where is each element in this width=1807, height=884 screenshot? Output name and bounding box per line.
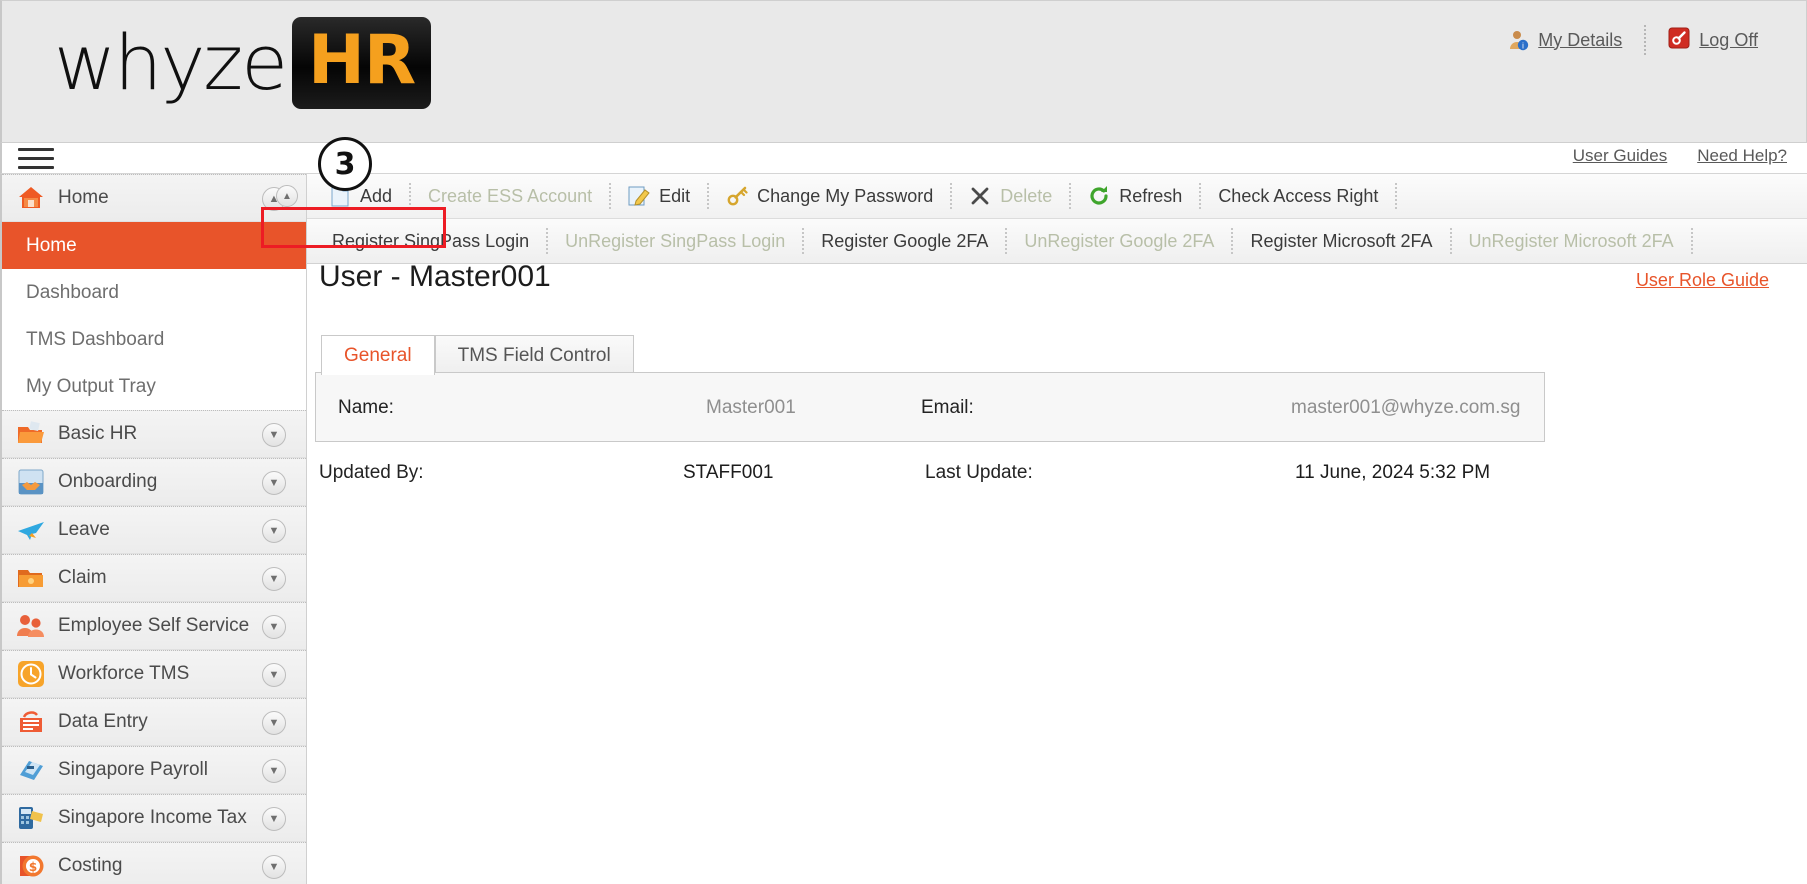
handshake-icon [16, 467, 46, 497]
collapse-toolbar-icon[interactable]: ▲ [276, 185, 298, 207]
folder-hr-icon [16, 419, 46, 449]
chevron-down-icon[interactable]: ▼ [262, 663, 286, 687]
svg-text:i: i [1522, 42, 1524, 51]
email-value: master001@whyze.com.sg [1291, 397, 1520, 419]
name-label: Name: [338, 397, 394, 419]
user-details-icon: i [1507, 29, 1529, 51]
key-icon [1668, 27, 1690, 54]
chevron-down-icon[interactable]: ▼ [262, 759, 286, 783]
logo-wordmark: whyze [54, 19, 286, 107]
sidebar-item-label: Data Entry [58, 711, 148, 733]
email-label: Email: [921, 397, 974, 419]
user-role-guide-link[interactable]: User Role Guide [1636, 270, 1769, 291]
sidebar-item-label: Claim [58, 567, 107, 589]
top-navbar: User Guides Need Help? [0, 143, 1807, 174]
sidebar-subitem-dashboard[interactable]: Dashboard [2, 269, 306, 316]
sidebar-item-employee-self-service[interactable]: Employee Self Service ▼ [2, 602, 306, 650]
sidebar-item-label: Onboarding [58, 471, 157, 493]
svg-text:$: $ [29, 860, 37, 874]
keyboard-icon [16, 707, 46, 737]
sidebar-item-data-entry[interactable]: Data Entry ▼ [2, 698, 306, 746]
navbar-links: User Guides Need Help? [1573, 146, 1787, 166]
sidebar-item-costing[interactable]: $ Costing ▼ [2, 842, 306, 884]
app-header: whyze HR i My Details [0, 0, 1807, 143]
chevron-down-icon[interactable]: ▼ [262, 567, 286, 591]
sidebar-item-workforce-tms[interactable]: Workforce TMS ▼ [2, 650, 306, 698]
sidebar-subitem-my-output-tray[interactable]: My Output Tray [2, 363, 306, 410]
sidebar-item-label: Costing [58, 855, 122, 877]
sidebar-item-leave[interactable]: Leave ▼ [2, 506, 306, 554]
chevron-down-icon[interactable]: ▼ [262, 855, 286, 879]
chevron-down-icon[interactable]: ▼ [262, 519, 286, 543]
tax-icon [16, 803, 46, 833]
clock-icon [16, 659, 46, 689]
sidebar-item-singapore-payroll[interactable]: Singapore Payroll ▼ [2, 746, 306, 794]
sidebar-item-label: Employee Self Service [58, 615, 249, 637]
updated-by-value: STAFF001 [683, 462, 773, 484]
last-update-value: 11 June, 2024 5:32 PM [1295, 462, 1490, 484]
tab-general[interactable]: General [321, 335, 435, 375]
log-off-link[interactable]: Log Off [1646, 27, 1780, 54]
sidebar-item-label: Singapore Payroll [58, 759, 208, 781]
tab-tms-field-control[interactable]: TMS Field Control [435, 335, 634, 375]
tab-bar: General TMS Field Control [321, 335, 634, 375]
dollar-icon: $ [16, 851, 46, 881]
sidebar-subitem-label: Home [26, 235, 77, 257]
sidebar-item-label: Singapore Income Tax [58, 807, 247, 829]
logo-badge-hr: HR [292, 17, 431, 109]
log-off-label: Log Off [1699, 30, 1758, 51]
last-update-label: Last Update: [925, 462, 1033, 484]
chevron-down-icon[interactable]: ▼ [262, 711, 286, 735]
tab-tms-field-control-label: TMS Field Control [458, 345, 611, 366]
sidebar-item-claim[interactable]: Claim ▼ [2, 554, 306, 602]
chevron-down-icon[interactable]: ▼ [262, 471, 286, 495]
sidebar-item-label: Leave [58, 519, 110, 541]
general-fields-panel: Name: Master001 Email: master001@whyze.c… [315, 372, 1545, 442]
sidebar-item-home[interactable]: Home ▲ [2, 174, 306, 222]
sidebar-item-onboarding[interactable]: Onboarding ▼ [2, 458, 306, 506]
sidebar-navigation: Home ▲ Home Dashboard TMS Dashboard My O… [0, 174, 306, 884]
sidebar-subitem-label: TMS Dashboard [26, 329, 164, 351]
home-icon [16, 183, 46, 213]
hamburger-icon[interactable] [18, 143, 58, 174]
my-details-label: My Details [1538, 30, 1622, 51]
sidebar-item-label: Basic HR [58, 423, 137, 445]
header-links: i My Details Log Off [1485, 25, 1780, 55]
main-content: ▲ Add Create ESS Account [306, 174, 1807, 884]
folder-open-icon [16, 563, 46, 593]
sidebar-subitem-label: My Output Tray [26, 376, 156, 398]
sidebar-subitem-tms-dashboard[interactable]: TMS Dashboard [2, 316, 306, 363]
chevron-down-icon[interactable]: ▼ [262, 615, 286, 639]
page-title: User - Master001 [319, 260, 551, 294]
tab-general-label: General [344, 345, 412, 366]
my-details-link[interactable]: i My Details [1485, 29, 1644, 51]
application-window: whyze HR i My Details [0, 0, 1807, 884]
sidebar-subitem-label: Dashboard [26, 282, 119, 304]
users-icon [16, 611, 46, 641]
sidebar-item-label: Home [58, 187, 109, 209]
need-help-link[interactable]: Need Help? [1697, 146, 1787, 166]
sidebar-item-basic-hr[interactable]: Basic HR ▼ [2, 410, 306, 458]
airplane-icon [16, 515, 46, 545]
whyze-hr-logo: whyze HR [54, 17, 431, 109]
chevron-down-icon[interactable]: ▼ [262, 423, 286, 447]
sidebar-subitem-home[interactable]: Home [2, 222, 306, 269]
name-value: Master001 [706, 397, 796, 419]
annotation-step-3: 3 [318, 137, 372, 191]
user-guides-link[interactable]: User Guides [1573, 146, 1667, 166]
updated-by-label: Updated By: [319, 462, 424, 484]
calculator-icon [16, 755, 46, 785]
sidebar-item-singapore-income-tax[interactable]: Singapore Income Tax ▼ [2, 794, 306, 842]
chevron-down-icon[interactable]: ▼ [262, 807, 286, 831]
user-detail-panel: User - Master001 User Role Guide General… [315, 174, 1795, 794]
sidebar-item-label: Workforce TMS [58, 663, 189, 685]
